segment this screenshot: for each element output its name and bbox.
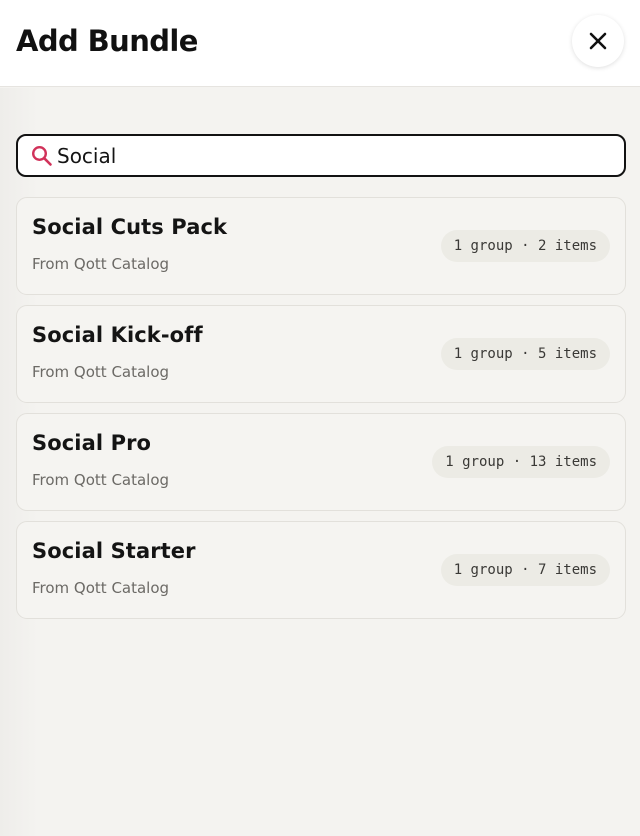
list-item[interactable]: Social Pro From Qott Catalog 1 group · 1… <box>16 413 626 511</box>
item-title: Social Kick-off <box>32 323 203 347</box>
item-title: Social Cuts Pack <box>32 215 228 239</box>
item-source: From Qott Catalog <box>32 363 170 381</box>
list-item[interactable]: Social Kick-off From Qott Catalog 1 grou… <box>16 305 626 403</box>
close-button[interactable] <box>572 15 624 67</box>
list-item[interactable]: Social Starter From Qott Catalog 1 group… <box>16 521 626 619</box>
page-title: Add Bundle <box>16 24 198 58</box>
search-box[interactable] <box>16 134 626 177</box>
bundle-list: Social Cuts Pack From Qott Catalog 1 gro… <box>16 197 626 629</box>
item-source: From Qott Catalog <box>32 579 170 597</box>
item-title: Social Pro <box>32 431 152 455</box>
count-badge: 1 group · 2 items <box>440 230 610 262</box>
search-icon <box>31 145 53 167</box>
count-badge: 1 group · 13 items <box>432 446 610 478</box>
list-item[interactable]: Social Cuts Pack From Qott Catalog 1 gro… <box>16 197 626 295</box>
item-title: Social Starter <box>32 539 196 563</box>
item-source: From Qott Catalog <box>32 471 170 489</box>
count-badge: 1 group · 7 items <box>440 554 610 586</box>
count-badge: 1 group · 5 items <box>440 338 610 370</box>
search-input[interactable] <box>57 136 612 175</box>
close-icon <box>588 31 608 51</box>
item-source: From Qott Catalog <box>32 255 170 273</box>
header: Add Bundle <box>0 0 640 87</box>
